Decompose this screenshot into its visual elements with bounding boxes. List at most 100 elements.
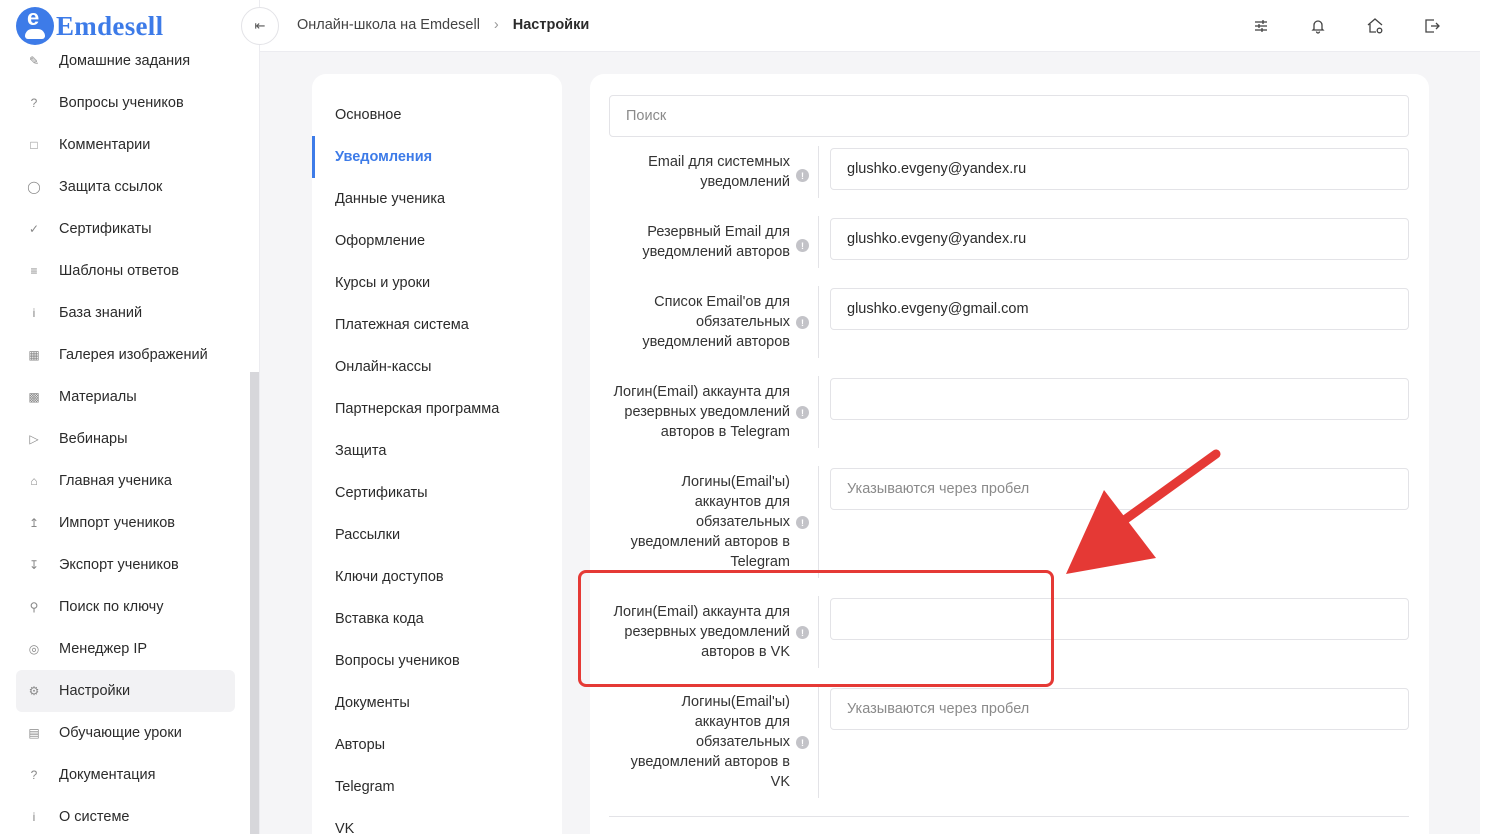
- sidebar-item-label: Защита ссылок: [59, 179, 163, 195]
- sidebar-item-label: Сертификаты: [59, 221, 152, 237]
- breadcrumb-root[interactable]: Онлайн-школа на Emdesell: [297, 17, 480, 33]
- settings-menu-item[interactable]: Документы: [312, 682, 562, 724]
- settings-menu-item[interactable]: Уведомления: [312, 136, 562, 178]
- notifications-form: Email для системныхуведомлений! Резервный…: [590, 74, 1429, 834]
- settings-menu-item[interactable]: Онлайн-кассы: [312, 346, 562, 388]
- field-label: Резервный Email для уведомлений авторов: [642, 224, 790, 260]
- sidebar-item-label: Экспорт учеников: [59, 557, 179, 573]
- sidebar-item[interactable]: ✎ Домашние задания: [16, 40, 235, 82]
- settings-menu-item[interactable]: Рассылки: [312, 514, 562, 556]
- email-field[interactable]: [830, 148, 1409, 190]
- sidebar: e Emdesell ✎ Домашние задания? Вопросы уче…: [0, 0, 260, 834]
- sidebar-item[interactable]: ▷ Вебинары: [16, 418, 235, 460]
- settings-menu-item[interactable]: Курсы и уроки: [312, 262, 562, 304]
- sidebar-item[interactable]: ? Документация: [16, 754, 235, 796]
- info-icon[interactable]: !: [796, 316, 809, 329]
- sidebar-item[interactable]: ≡ Шаблоны ответов: [16, 250, 235, 292]
- shield-icon: ◯: [27, 180, 41, 194]
- home-gear-icon[interactable]: [1363, 14, 1387, 38]
- gear-icon: ⚙: [28, 684, 40, 698]
- sidebar-item[interactable]: ⚙ Настройки: [16, 670, 235, 712]
- pencil-icon: ✎: [28, 54, 40, 68]
- sliders-icon[interactable]: [1249, 14, 1273, 38]
- logout-icon[interactable]: [1420, 14, 1444, 38]
- settings-menu-item[interactable]: Ключи доступов: [312, 556, 562, 598]
- sidebar-item-label: Материалы: [59, 389, 137, 405]
- sidebar-item[interactable]: ✓ Сертификаты: [16, 208, 235, 250]
- sidebar-item[interactable]: □ Комментарии: [16, 124, 235, 166]
- question-icon: ?: [30, 96, 38, 110]
- search-input[interactable]: [609, 95, 1409, 137]
- settings-menu-item[interactable]: Партнерская программа: [312, 388, 562, 430]
- settings-menu-item[interactable]: Вопросы учеников: [312, 640, 562, 682]
- sidebar-item-label: О системе: [59, 809, 130, 825]
- settings-menu-item[interactable]: Основное: [312, 94, 562, 136]
- sidebar-item-label: Домашние задания: [59, 53, 191, 69]
- sidebar-item[interactable]: ↥ Импорт учеников: [16, 502, 235, 544]
- collapse-left-icon: ⇤: [254, 18, 266, 33]
- field-label: Логин(Email) аккаунта для резервных уведо…: [613, 384, 791, 440]
- email-field[interactable]: [830, 378, 1409, 420]
- sidebar-item[interactable]: ▩ Материалы: [16, 376, 235, 418]
- info-icon[interactable]: !: [796, 239, 809, 252]
- info-icon[interactable]: !: [796, 516, 809, 529]
- sidebar-item-label: Главная ученика: [59, 473, 172, 489]
- sidebar-item[interactable]: ⌂ Главная ученика: [16, 460, 235, 502]
- email-field[interactable]: [830, 288, 1409, 330]
- sidebar-item[interactable]: i О системе: [16, 796, 235, 834]
- sidebar-item[interactable]: ⚲ Поиск по ключу: [16, 586, 235, 628]
- settings-menu-item[interactable]: Оформление: [312, 220, 562, 262]
- sidebar-item[interactable]: i База знаний: [16, 292, 235, 334]
- field-label: Email для системных уведомлений: [648, 154, 790, 190]
- email-field[interactable]: [830, 468, 1409, 510]
- info-icon[interactable]: !: [796, 736, 809, 749]
- sidebar-scrollbar[interactable]: [250, 372, 259, 834]
- film-icon: ▤: [28, 726, 40, 740]
- breadcrumb: Онлайн-школа на Emdesell › Настройки: [297, 17, 589, 33]
- settings-menu: Основное Уведомления Данные ученика Оформле…: [312, 74, 562, 834]
- settings-menu-item[interactable]: VK: [312, 808, 562, 834]
- sidebar-item[interactable]: ◯ Защита ссылок: [16, 166, 235, 208]
- field-label: Список Email'ов для обязательных уведомлен…: [642, 294, 790, 350]
- sidebar-item-label: Поиск по ключу: [59, 599, 164, 615]
- sidebar-item[interactable]: ▤ Обучающие уроки: [16, 712, 235, 754]
- email-field[interactable]: [830, 218, 1409, 260]
- sidebar-item[interactable]: ▦ Галерея изображений: [16, 334, 235, 376]
- field-label: Логины(Email'ы) аккаунтов для обязательных…: [630, 694, 790, 790]
- sidebar-item-label: База знаний: [59, 305, 143, 321]
- email-field[interactable]: [830, 598, 1409, 640]
- sidebar-nav: ✎ Домашние задания ? Вопросы учеников □ Комме…: [16, 40, 235, 834]
- info-icon[interactable]: !: [796, 169, 809, 182]
- settings-menu-item[interactable]: Сертификаты: [312, 472, 562, 514]
- top-header: ⇤ Онлайн-школа на Emdesell › Настройки: [241, 0, 1480, 52]
- sidebar-item-label: Настройки: [59, 683, 131, 699]
- image-icon: ▦: [28, 348, 40, 362]
- sidebar-item[interactable]: ↧ Экспорт учеников: [16, 544, 235, 586]
- sidebar-item[interactable]: ? Вопросы учеников: [16, 82, 235, 124]
- info-icon[interactable]: !: [796, 406, 809, 419]
- info-box-icon: i: [32, 810, 36, 824]
- info-icon[interactable]: !: [796, 626, 809, 639]
- sidebar-item-label: Документация: [59, 767, 156, 783]
- sidebar-item-label: Менеджер IP: [59, 641, 148, 657]
- chevron-right-icon: ›: [493, 17, 499, 33]
- play-icon: ▷: [29, 432, 39, 446]
- sidebar-item-label: Импорт учеников: [59, 515, 175, 531]
- upload-icon: ↥: [28, 516, 40, 530]
- settings-menu-item[interactable]: Авторы: [312, 724, 562, 766]
- sidebar-item-label: Галерея изображений: [59, 347, 208, 363]
- settings-menu-item[interactable]: Защита: [312, 430, 562, 472]
- sidebar-item-label: Шаблоны ответов: [59, 263, 179, 279]
- sidebar-item[interactable]: ◎ Менеджер IP: [16, 628, 235, 670]
- briefcase-icon: ▩: [28, 390, 40, 404]
- settings-menu-item[interactable]: Вставка кода: [312, 598, 562, 640]
- settings-menu-item[interactable]: Telegram: [312, 766, 562, 808]
- sidebar-item-label: Комментарии: [59, 137, 151, 153]
- settings-menu-item[interactable]: Платежная система: [312, 304, 562, 346]
- settings-menu-item[interactable]: Данные ученика: [312, 178, 562, 220]
- email-field[interactable]: [830, 688, 1409, 730]
- comment-icon: □: [30, 138, 38, 152]
- bell-icon[interactable]: [1306, 14, 1330, 38]
- collapse-sidebar-button[interactable]: ⇤: [241, 7, 279, 45]
- breadcrumb-current: Настройки: [512, 17, 590, 33]
